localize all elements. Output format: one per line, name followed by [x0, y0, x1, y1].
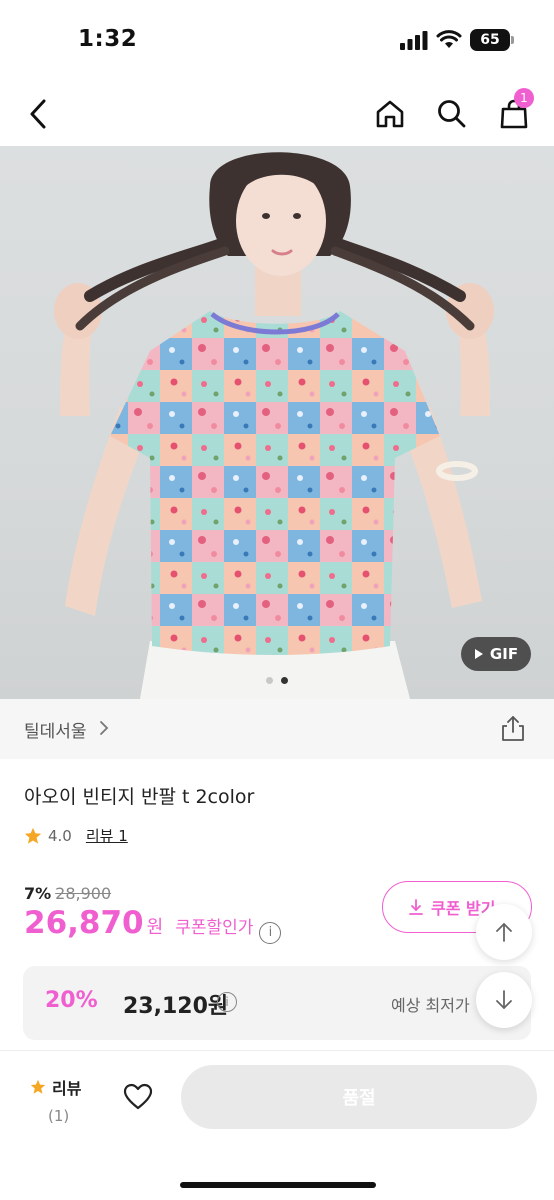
share-icon — [502, 716, 524, 741]
arrow-up-icon — [496, 923, 512, 942]
star-icon — [24, 827, 42, 844]
nav-bar: 1 — [0, 80, 554, 146]
sold-out-button[interactable]: 품절 — [181, 1065, 537, 1129]
heart-icon — [123, 1083, 153, 1110]
discount-rate: 7% — [24, 884, 52, 903]
lowest-price-estimate[interactable]: 20% 23,120원 i 예상 최저가 — [23, 966, 531, 1040]
product-photo — [54, 152, 494, 699]
product-image[interactable]: GIF — [0, 146, 554, 699]
status-time: 1:32 — [78, 26, 138, 52]
cart-button[interactable]: 1 — [490, 88, 538, 140]
brand-row: 틸데서울 — [0, 699, 554, 759]
gif-label: GIF — [489, 645, 519, 663]
signal-icon — [400, 31, 428, 50]
pagination-dot-active[interactable] — [281, 677, 288, 684]
image-pagination — [266, 677, 288, 684]
scroll-top-button[interactable] — [476, 904, 532, 960]
rating-value: 4.0 — [48, 826, 72, 845]
wishlist-button[interactable] — [120, 1079, 156, 1115]
download-icon — [409, 899, 423, 915]
estimate-rate: 20% — [45, 988, 98, 1013]
gif-badge[interactable]: GIF — [461, 637, 531, 671]
coupon-price-label: 쿠폰할인가 — [175, 918, 254, 938]
review-tab-label-row: 리뷰 — [30, 1075, 81, 1099]
pagination-dot[interactable] — [266, 677, 273, 684]
search-icon — [438, 100, 466, 128]
scroll-bottom-button[interactable] — [476, 972, 532, 1028]
battery-level: 65 — [480, 32, 500, 48]
bottom-action-bar: 리뷰 (1) 품절 — [0, 1050, 554, 1200]
discount-row: 7% 28,900 — [24, 884, 111, 903]
play-icon — [474, 649, 483, 659]
original-price: 28,900 — [55, 884, 112, 903]
estimate-label: 예상 최저가 — [391, 996, 470, 1015]
status-icons: 65 — [400, 29, 514, 51]
product-title: 아오이 빈티지 반팔 t 2color — [24, 786, 255, 808]
review-tab-count: (1) — [48, 1107, 70, 1125]
review-tab[interactable]: 리뷰 (1) — [30, 1075, 81, 1125]
price-row: 26,870 원 쿠폰할인가 i — [24, 905, 282, 944]
status-bar: 1:32 65 — [0, 0, 554, 80]
home-icon — [376, 100, 404, 128]
home-indicator — [180, 1182, 376, 1188]
wifi-icon — [436, 30, 462, 48]
chevron-right-icon — [100, 721, 109, 735]
sale-price: 26,870 — [24, 905, 144, 941]
star-icon — [30, 1079, 46, 1094]
review-tab-label: 리뷰 — [52, 1079, 82, 1098]
arrow-down-icon — [496, 990, 512, 1009]
currency-label: 원 — [146, 917, 164, 938]
estimate-info-icon[interactable]: i — [217, 992, 237, 1012]
back-button[interactable] — [14, 88, 62, 140]
share-button[interactable] — [498, 713, 528, 743]
cart-count-badge: 1 — [514, 88, 534, 108]
back-icon — [30, 99, 46, 129]
rating-row: 4.0 리뷰 1 — [24, 825, 128, 846]
estimate-price: 23,120원 — [123, 994, 229, 1019]
info-icon[interactable]: i — [259, 921, 282, 944]
review-count-link[interactable]: 리뷰 1 — [86, 825, 128, 846]
search-button[interactable] — [428, 88, 476, 140]
battery-indicator: 65 — [470, 29, 514, 51]
home-button[interactable] — [366, 88, 414, 140]
brand-name-link[interactable]: 틸데서울 — [24, 717, 87, 742]
